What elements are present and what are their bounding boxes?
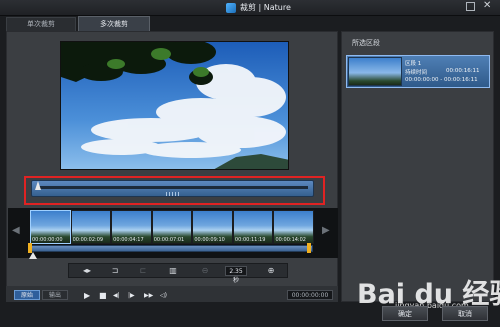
original-button[interactable]: 原始 bbox=[14, 290, 40, 300]
tab-multi-trim[interactable]: 多次裁剪 bbox=[78, 16, 150, 31]
window-title: 裁剪 | Nature bbox=[240, 3, 291, 12]
frame-time: 00:00:07:01 bbox=[153, 237, 185, 243]
fast-forward-icon[interactable]: ▶▶ bbox=[144, 292, 153, 299]
filmstrip-frame[interactable]: 00:00:11:19 bbox=[233, 211, 273, 243]
frame-time: 00:00:09:10 bbox=[194, 237, 225, 243]
filmstrip-frame[interactable]: 00:00:00:00 bbox=[30, 210, 71, 244]
close-icon[interactable]: ✕ bbox=[483, 0, 491, 11]
segment-duration: 00:00:16:11 bbox=[446, 68, 480, 74]
video-preview bbox=[60, 41, 289, 170]
mark-in-out-icon[interactable]: ◂▸ bbox=[79, 265, 95, 277]
play-icon[interactable]: ▶ bbox=[84, 291, 90, 300]
output-button[interactable]: 输出 bbox=[42, 290, 68, 300]
filmstrip-prev-icon[interactable]: ◀ bbox=[12, 225, 20, 236]
segment-label: 区段 1 bbox=[405, 61, 422, 67]
stop-icon[interactable]: ■ bbox=[99, 291, 107, 300]
filmstrip[interactable]: 00:00:00:00 00:00:02:09 00:00:04:17 00:0… bbox=[30, 210, 314, 244]
filmstrip-frame[interactable]: 00:00:02:09 bbox=[71, 211, 111, 243]
split-icon[interactable]: ▥ bbox=[165, 265, 181, 277]
tab-single-trim[interactable]: 单次裁剪 bbox=[6, 17, 76, 31]
segments-title: 所选区段 bbox=[352, 39, 380, 47]
zoom-out-icon[interactable]: ⊖ bbox=[197, 265, 213, 277]
frame-time: 00:00:00:00 bbox=[32, 237, 63, 243]
filmstrip-frame[interactable]: 00:00:07:01 bbox=[152, 211, 192, 243]
filmstrip-next-icon[interactable]: ▶ bbox=[322, 225, 330, 236]
timeline-start-marker[interactable] bbox=[28, 243, 32, 253]
trim-in-icon[interactable]: ⊐ bbox=[107, 265, 123, 277]
segment-duration-label: 持续时间 bbox=[405, 70, 428, 76]
frame-time: 00:00:14:02 bbox=[275, 237, 306, 243]
zoom-value[interactable]: 2.35 秒 bbox=[225, 266, 247, 284]
previous-frame-icon[interactable]: ◀| bbox=[113, 292, 120, 299]
filmstrip-frame[interactable]: 00:00:14:02 bbox=[274, 211, 314, 243]
edit-toolbar: ◂▸ ⊐ ⊏ ▥ ⊖ 2.35 秒 ⊕ bbox=[68, 263, 288, 284]
frame-time: 00:00:11:19 bbox=[234, 237, 266, 243]
timecode-display[interactable]: 00:00:00:00 bbox=[287, 290, 333, 300]
volume-icon[interactable]: ◁) bbox=[160, 292, 167, 299]
frame-time: 00:00:04:17 bbox=[113, 237, 144, 243]
zoom-in-icon[interactable]: ⊕ bbox=[263, 265, 279, 277]
maximize-icon[interactable] bbox=[466, 2, 475, 11]
trim-grip-icon[interactable] bbox=[166, 192, 180, 196]
cancel-button[interactable]: 取消 bbox=[442, 306, 488, 321]
filmstrip-frame[interactable]: 00:00:04:17 bbox=[112, 211, 151, 243]
app-icon bbox=[226, 3, 236, 13]
segment-range: 00:00:00:00 - 00:00:16:11 bbox=[405, 77, 478, 83]
timeline-bar[interactable] bbox=[30, 245, 313, 252]
segment-thumbnail bbox=[348, 57, 402, 86]
frame-time: 00:00:02:09 bbox=[72, 237, 104, 243]
trim-slider-line bbox=[38, 186, 308, 189]
filmstrip-frame[interactable]: 00:00:09:10 bbox=[193, 211, 232, 243]
next-frame-icon[interactable]: |▶ bbox=[128, 292, 135, 299]
ok-button[interactable]: 确定 bbox=[382, 306, 428, 321]
trim-out-icon[interactable]: ⊏ bbox=[135, 265, 151, 277]
timeline-end-marker[interactable] bbox=[307, 243, 311, 253]
